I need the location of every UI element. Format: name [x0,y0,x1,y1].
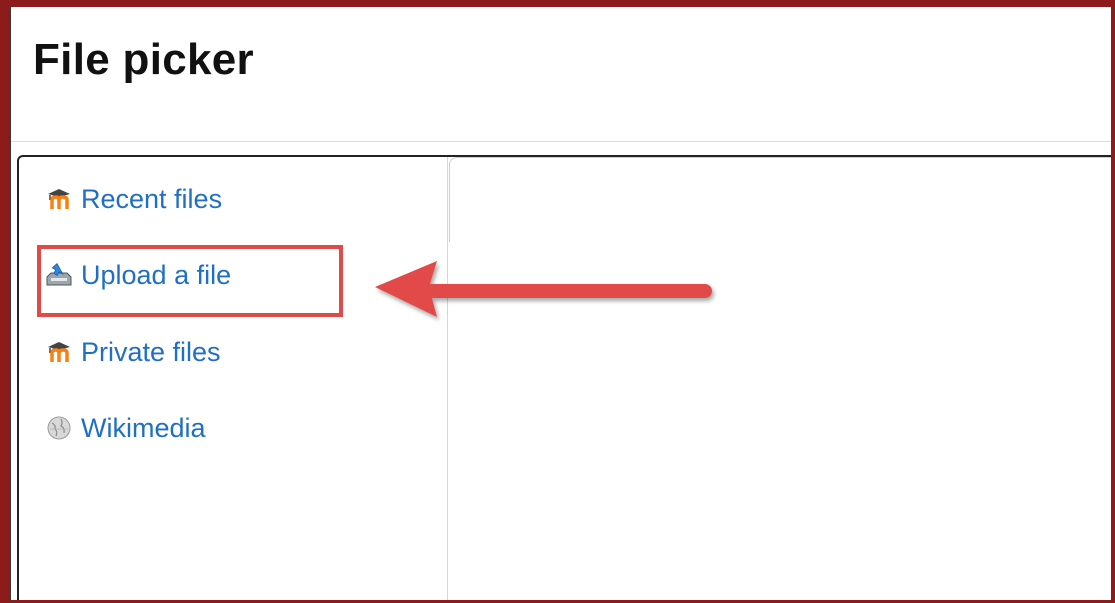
moodle-logo-icon [43,183,75,215]
repo-wikimedia[interactable]: Wikimedia [43,408,206,448]
upload-highlight-box [37,245,343,317]
repo-label-wikimedia[interactable]: Wikimedia [81,413,206,444]
repo-label-recent-files[interactable]: Recent files [81,184,222,215]
repo-label-private-files[interactable]: Private files [81,337,221,368]
top-cropped-strip [0,0,1115,7]
repository-sidebar: Recent files Upload a file Private files… [19,157,448,600]
wikimedia-globe-icon [43,412,75,444]
dialog-title: File picker [33,35,254,84]
moodle-logo-icon [43,336,75,368]
file-content-pane [449,157,1113,600]
repo-private-files[interactable]: Private files [43,332,221,372]
repo-recent-files[interactable]: Recent files [43,179,222,219]
annotation-arrow [375,261,712,317]
file-picker-body: Recent files Upload a file Private files… [17,155,1113,600]
content-pane-tab-area [449,157,1113,242]
dialog-header: File picker [11,7,1113,142]
